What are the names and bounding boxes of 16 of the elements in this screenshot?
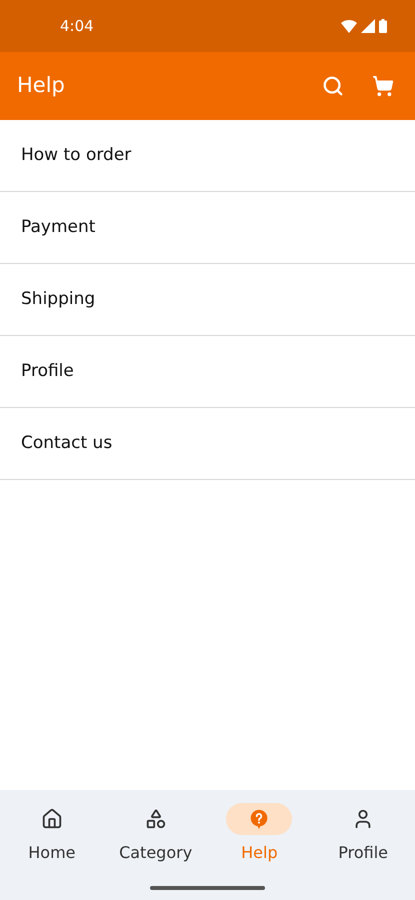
- help-list-item[interactable]: Contact us: [0, 408, 415, 480]
- help-bubble-icon: [248, 808, 270, 830]
- help-list-item[interactable]: Payment: [0, 192, 415, 264]
- help-list-item[interactable]: Profile: [0, 336, 415, 408]
- nav-tab[interactable]: Profile: [311, 803, 415, 865]
- status-time: 4:04: [60, 16, 94, 37]
- nav-tab[interactable]: Category: [104, 803, 208, 865]
- help-list-item[interactable]: Shipping: [0, 264, 415, 336]
- help-list-item[interactable]: How to order: [0, 120, 415, 192]
- shapes-icon: [144, 808, 167, 830]
- wifi-icon: [341, 19, 357, 33]
- app-bar-title: Help: [17, 72, 66, 100]
- battery-icon: [379, 19, 387, 33]
- nav-tab[interactable]: Home: [0, 803, 104, 865]
- signal-icon: [361, 19, 375, 33]
- home-icon: [40, 808, 63, 830]
